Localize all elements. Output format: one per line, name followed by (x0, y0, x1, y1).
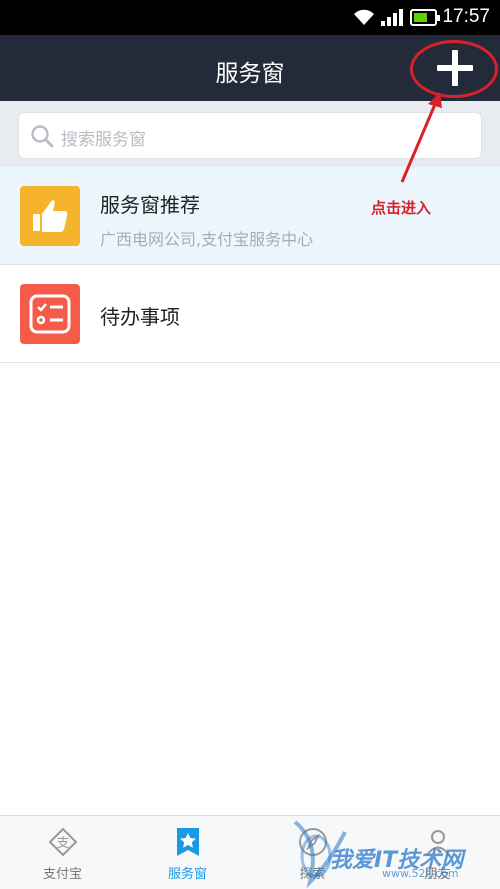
list-item-title: 待办事项 (100, 305, 180, 329)
tab-bar: 支 支付宝 服务窗 探索 朋友 (0, 815, 500, 889)
tab-alipay[interactable]: 支 支付宝 (0, 816, 125, 889)
tab-friends[interactable]: 朋友 (375, 816, 500, 889)
list-item-todo[interactable]: 待办事项 (0, 265, 500, 363)
annotation-label: 点击进入 (371, 199, 432, 217)
wifi-icon (354, 9, 374, 25)
alipay-icon: 支 (48, 827, 78, 857)
compass-icon (299, 828, 327, 856)
star-bookmark-icon (177, 828, 199, 856)
thumbs-up-icon (20, 186, 80, 246)
tab-service-window[interactable]: 服务窗 (125, 816, 250, 889)
tab-label: 服务窗 (167, 867, 207, 882)
checklist-icon (20, 284, 80, 344)
tab-label: 朋友 (424, 867, 451, 882)
list-item-subtitle: 广西电网公司,支付宝服务中心 (100, 230, 314, 249)
signal-icon (381, 9, 403, 26)
search-placeholder: 搜索服务窗 (61, 130, 146, 150)
annotation-arrow (400, 92, 442, 183)
battery-icon (410, 9, 440, 26)
svg-text:支: 支 (56, 836, 69, 851)
friends-icon (426, 830, 450, 856)
tab-label: 支付宝 (42, 867, 82, 882)
tab-label: 探索 (299, 867, 326, 882)
tab-explore[interactable]: 探索 (250, 816, 375, 889)
list-item-title: 服务窗推荐 (100, 193, 200, 217)
status-time: 17:57 (442, 6, 490, 27)
search-icon (31, 125, 54, 148)
status-bar: 17:57 (0, 0, 500, 35)
